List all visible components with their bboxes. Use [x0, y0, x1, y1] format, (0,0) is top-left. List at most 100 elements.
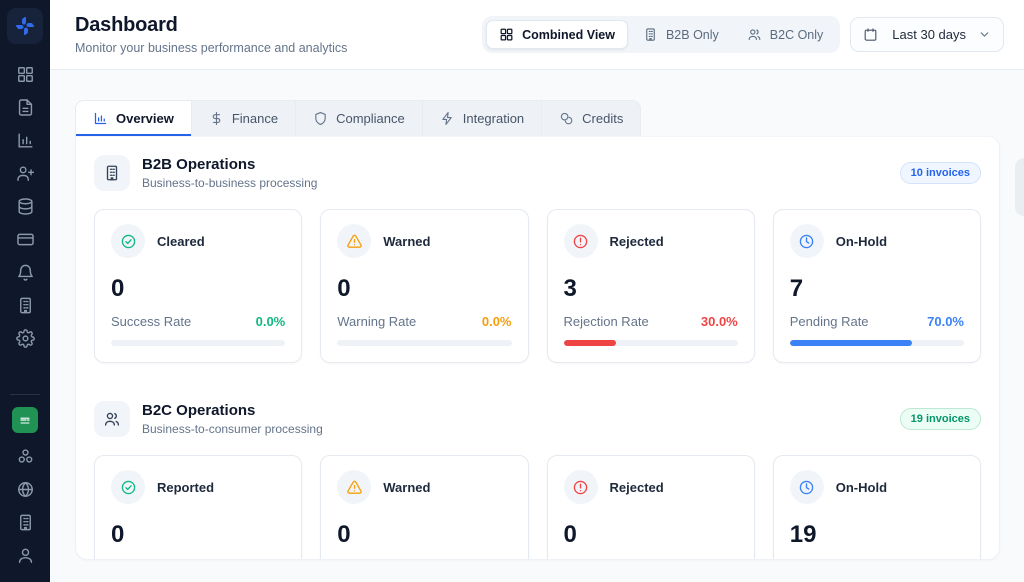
shield-icon [313, 111, 328, 126]
card-label: Rejected [610, 480, 664, 495]
sidebar-item-locale[interactable] [12, 407, 38, 433]
side-panel-handle[interactable] [1015, 158, 1024, 216]
card-label: Warned [383, 234, 430, 249]
bar-chart-icon [16, 131, 35, 150]
card-value: 0 [337, 275, 511, 303]
check-circle-icon [111, 224, 145, 258]
section-title: B2B Operations [142, 156, 317, 173]
card-label: Cleared [157, 234, 205, 249]
clock-icon [790, 470, 824, 504]
sidebar-item-organization[interactable] [9, 290, 41, 322]
gear-icon [16, 329, 35, 348]
tab-finance[interactable]: Finance [192, 101, 296, 136]
card-label: Warned [383, 480, 430, 495]
date-range-value: Last 30 days [892, 27, 966, 42]
view-toggle: Combined View B2B Only B2C Only [482, 16, 840, 53]
sidebar-item-documents[interactable] [9, 92, 41, 124]
view-toggle-b2b-label: B2B Only [666, 28, 719, 42]
section-subtitle: Business-to-business processing [142, 176, 317, 190]
sidebar-divider [10, 394, 40, 395]
globe-icon [16, 480, 35, 499]
tab-finance-label: Finance [232, 111, 278, 126]
pinwheel-logo-icon [13, 14, 37, 38]
sidebar-item-billing[interactable] [9, 224, 41, 256]
saudi-flag-icon [17, 412, 33, 428]
stat-card-on-hold: On-Hold 7 Pending Rate 70.0% [773, 209, 981, 363]
rate-label: Rejection Rate [564, 314, 649, 329]
card-value: 7 [790, 275, 964, 303]
progress-bar [564, 340, 738, 346]
stat-card-cleared: Cleared 0 Success Rate 0.0% [94, 209, 302, 363]
rate-value: 70.0% [927, 314, 964, 329]
progress-bar [111, 340, 285, 346]
alert-circle-icon [564, 470, 598, 504]
page-header: Dashboard Monitor your business performa… [50, 0, 1024, 70]
bar-chart-icon [93, 111, 108, 126]
view-toggle-b2b[interactable]: B2B Only [630, 20, 732, 49]
tab-integration-label: Integration [463, 111, 524, 126]
b2b-cards-row: Cleared 0 Success Rate 0.0% Warned [76, 197, 999, 383]
card-value: 0 [111, 521, 285, 549]
rate-label: Pending Rate [790, 314, 869, 329]
tab-overview[interactable]: Overview [76, 101, 192, 136]
card-label: On-Hold [836, 480, 887, 495]
rate-value: 0.0% [482, 314, 512, 329]
card-value: 19 [790, 521, 964, 549]
sidebar-item-company[interactable] [9, 507, 41, 539]
header-controls: Combined View B2B Only B2C Only Last 30 … [482, 16, 1004, 53]
section-subtitle: Business-to-consumer processing [142, 422, 323, 436]
dashboard-grid-icon [16, 65, 35, 84]
page-header-titles: Dashboard Monitor your business performa… [75, 14, 347, 55]
card-label: On-Hold [836, 234, 887, 249]
sidebar-item-settings[interactable] [9, 323, 41, 355]
date-range-select[interactable]: Last 30 days [850, 17, 1004, 52]
sidebar-item-notifications[interactable] [9, 257, 41, 289]
view-toggle-b2c[interactable]: B2C Only [734, 20, 837, 49]
main-area: Dashboard Monitor your business performa… [50, 0, 1024, 582]
b2c-invoice-count-badge: 19 invoices [900, 408, 981, 430]
sidebar-item-profile[interactable] [9, 540, 41, 572]
sidebar-item-integrations[interactable] [9, 441, 41, 473]
dollar-icon [209, 111, 224, 126]
progress-bar-fill [564, 340, 616, 346]
building-icon [643, 27, 658, 42]
tab-compliance[interactable]: Compliance [296, 101, 423, 136]
sidebar-item-network[interactable] [9, 474, 41, 506]
sidebar-item-add-user[interactable] [9, 158, 41, 190]
rate-label: Success Rate [111, 314, 191, 329]
building-icon [16, 296, 35, 315]
card-value: 0 [337, 521, 511, 549]
user-plus-icon [16, 164, 35, 183]
building-icon [94, 155, 130, 191]
users-icon [94, 401, 130, 437]
clock-icon [790, 224, 824, 258]
alert-triangle-icon [337, 224, 371, 258]
zap-icon [440, 111, 455, 126]
progress-bar [790, 340, 964, 346]
alert-triangle-icon [337, 470, 371, 504]
section-b2b-titles: B2B Operations Business-to-business proc… [142, 156, 317, 190]
tab-integration[interactable]: Integration [423, 101, 542, 136]
sidebar-item-database[interactable] [9, 191, 41, 223]
app-logo[interactable] [7, 8, 43, 44]
tab-compliance-label: Compliance [336, 111, 405, 126]
rate-label: Warning Rate [337, 314, 416, 329]
calendar-icon [863, 27, 878, 42]
card-label: Rejected [610, 234, 664, 249]
alert-circle-icon [564, 224, 598, 258]
sidebar-item-dashboard[interactable] [9, 59, 41, 91]
nodes-cluster-icon [16, 447, 35, 466]
sidebar [0, 0, 50, 582]
sidebar-item-analytics[interactable] [9, 125, 41, 157]
view-toggle-combined[interactable]: Combined View [486, 20, 628, 49]
chevron-down-icon [978, 28, 991, 41]
stat-card-on-hold: On-Hold 19 Pending Rate 100.0% [773, 455, 981, 560]
card-value: 0 [111, 275, 285, 303]
card-label: Reported [157, 480, 214, 495]
stat-card-reported: Reported 0 Success Rate 0.0% [94, 455, 302, 560]
progress-bar-fill [790, 340, 912, 346]
stat-card-warned: Warned 0 Warning Rate 0.0% [320, 209, 528, 363]
stat-card-warned: Warned 0 Warning Rate 0.0% [320, 455, 528, 560]
document-icon [16, 98, 35, 117]
tab-credits[interactable]: Credits [542, 101, 640, 136]
